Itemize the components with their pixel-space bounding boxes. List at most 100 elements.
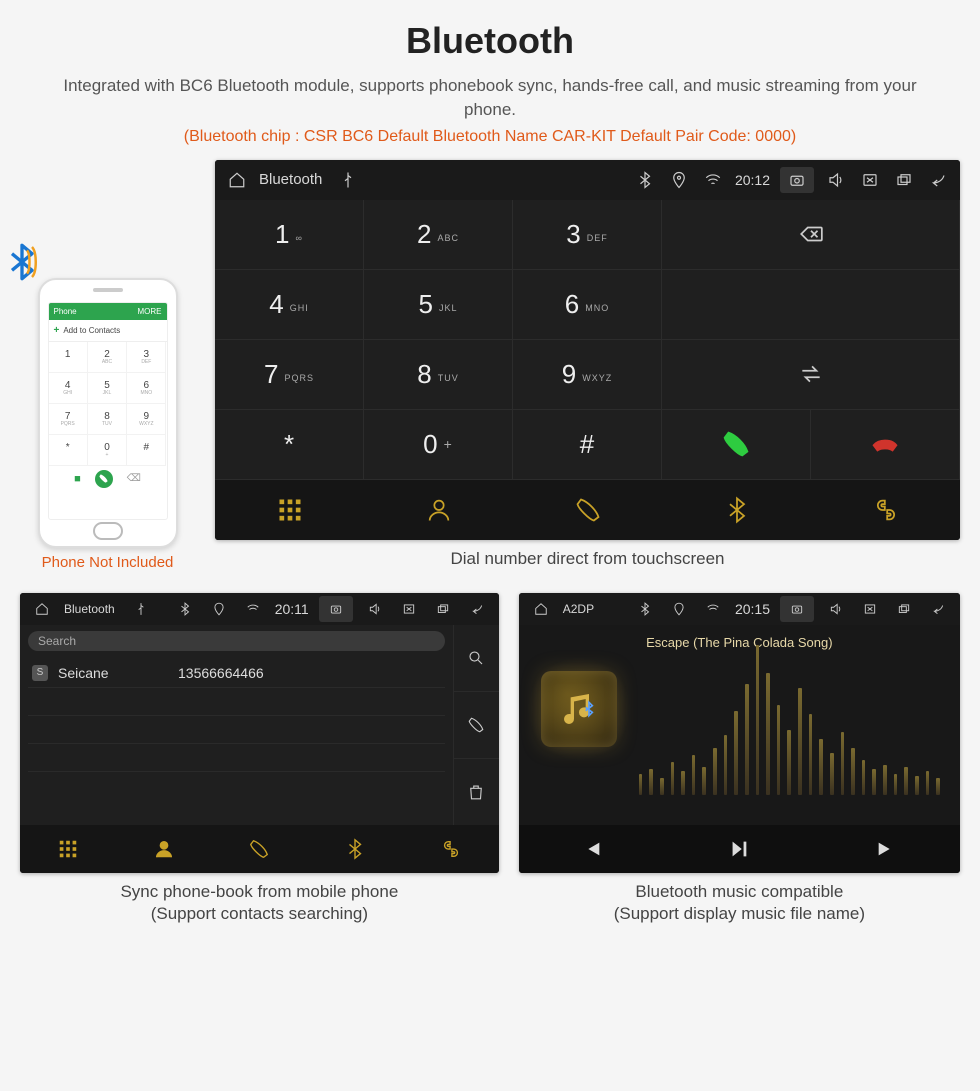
next-button[interactable] [813,825,960,873]
contact-initial-badge: S [32,665,48,681]
tab-call-log[interactable] [513,480,662,540]
camera-icon[interactable] [780,167,814,193]
page-note: (Bluetooth chip : CSR BC6 Default Blueto… [0,128,980,146]
bluetooth-icon [633,168,657,192]
home-icon[interactable] [225,168,249,192]
dialer-title: Bluetooth [259,171,322,188]
viz-bar [894,774,898,795]
swap-button[interactable] [662,340,960,410]
viz-bar [724,735,728,795]
viz-bar [883,765,887,795]
key-1[interactable]: 1∞ [215,200,364,270]
viz-bar [936,778,940,794]
viz-bar [830,753,834,795]
viz-bar [809,714,813,795]
side-search-button[interactable] [454,625,499,692]
viz-bar [702,767,706,795]
phone-mock-keypad: 12ABC3DEF4GHI5JKL6MNO7PQRS8TUV9WXYZ*0+# [49,342,167,466]
phone-mock-more: MORE [138,307,162,316]
phone-mock-add-contacts: + Add to Contacts [49,320,167,342]
bluetooth-icon [173,597,197,621]
video-call-icon: ■ [74,473,81,485]
tab-bluetooth[interactable] [662,480,811,540]
viz-bar [777,705,781,795]
recent-apps-icon[interactable] [431,597,455,621]
key-6[interactable]: 6MNO [513,270,662,340]
contact-row-empty [28,744,445,772]
dialer-bottom-tabs [215,480,960,540]
prev-button[interactable] [519,825,666,873]
key-star[interactable]: * [215,410,364,480]
smartphone-mock: Phone MORE + Add to Contacts 12ABC3DEF4G… [38,278,178,548]
search-input[interactable]: Search [28,631,445,651]
contact-row-empty [28,716,445,744]
location-icon [667,168,691,192]
call-button[interactable] [662,410,811,480]
tab-pair[interactable] [403,825,499,873]
back-icon[interactable] [926,168,950,192]
phone-mock-key: 3DEF [127,342,166,373]
volume-icon[interactable] [363,597,387,621]
key-0[interactable]: 0+ [364,410,513,480]
tab-bluetooth[interactable] [307,825,403,873]
wifi-icon [701,168,725,192]
play-pause-button[interactable] [666,825,813,873]
tab-dialpad[interactable] [20,825,116,873]
phone-mock-key: 0+ [88,435,127,466]
key-2[interactable]: 2ABC [364,200,513,270]
tab-call-log[interactable] [212,825,308,873]
contact-name: Seicane [58,665,168,681]
side-delete-button[interactable] [454,759,499,825]
tab-dialpad[interactable] [215,480,364,540]
tab-contacts[interactable] [364,480,513,540]
home-icon[interactable] [529,597,553,621]
phone-mock-key: 8TUV [88,404,127,435]
call-icon [95,470,113,488]
close-window-icon[interactable] [397,597,421,621]
recent-apps-icon[interactable] [892,168,916,192]
dialer-caption: Dial number direct from touchscreen [215,548,960,571]
status-time: 20:12 [735,172,770,188]
contacts-list: Search S Seicane 13566664466 [20,625,453,825]
viz-bar [915,776,919,794]
camera-icon[interactable] [780,596,814,622]
close-window-icon[interactable] [858,168,882,192]
key-hash[interactable]: # [513,410,662,480]
key-3[interactable]: 3DEF [513,200,662,270]
contact-row[interactable]: S Seicane 13566664466 [28,659,445,688]
bluetooth-icon [633,597,657,621]
home-icon[interactable] [30,597,54,621]
key-4[interactable]: 4GHI [215,270,364,340]
recent-apps-icon[interactable] [892,597,916,621]
tab-contacts[interactable] [116,825,212,873]
a2dp-statusbar: A2DP 20:15 [519,593,960,625]
side-call-button[interactable] [454,692,499,759]
contacts-statusbar: Bluetooth 20:11 [20,593,499,625]
dialer-blank-1 [662,270,960,340]
back-icon[interactable] [465,597,489,621]
hangup-button[interactable] [811,410,960,480]
phone-mock-key: 6MNO [127,373,166,404]
tab-pair[interactable] [811,480,960,540]
key-7[interactable]: 7PQRS [215,340,364,410]
viz-bar [872,769,876,794]
phone-not-included-label: Phone Not Included [20,554,195,571]
back-icon[interactable] [926,597,950,621]
status-time: 20:11 [275,601,309,617]
volume-icon[interactable] [824,168,848,192]
key-8[interactable]: 8TUV [364,340,513,410]
track-title: Escape (The Pina Colada Song) [519,635,960,650]
close-window-icon[interactable] [858,597,882,621]
viz-bar [926,771,930,794]
phone-mock-key: 9WXYZ [127,404,166,435]
camera-icon[interactable] [319,596,353,622]
volume-icon[interactable] [824,597,848,621]
location-icon [667,597,691,621]
viz-bar [862,760,866,795]
contact-row-empty [28,772,445,800]
key-5[interactable]: 5JKL [364,270,513,340]
key-9[interactable]: 9WXYZ [513,340,662,410]
viz-bar [787,730,791,795]
backspace-button[interactable] [662,200,960,270]
phone-mock-key: 2ABC [88,342,127,373]
